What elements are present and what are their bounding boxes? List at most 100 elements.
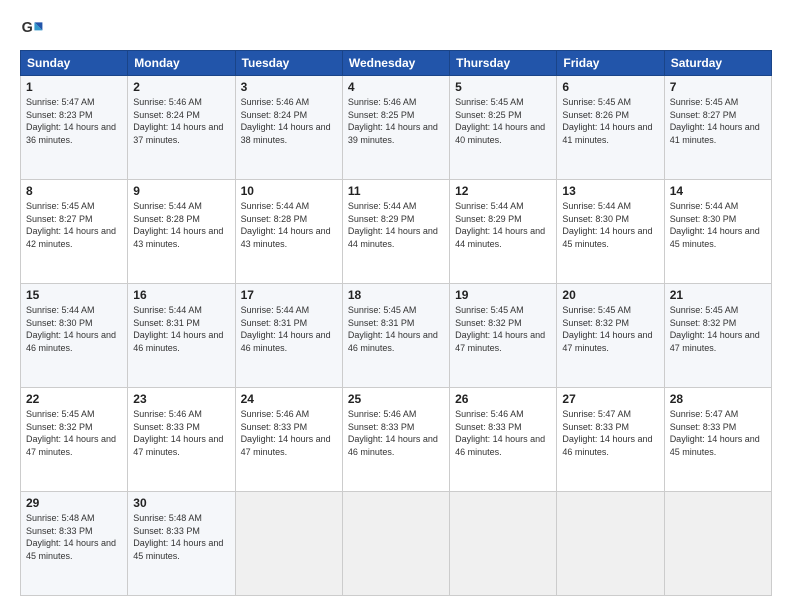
sunset-label: Sunset: 8:28 PM xyxy=(241,214,308,224)
day-info: Sunrise: 5:48 AM Sunset: 8:33 PM Dayligh… xyxy=(26,512,122,562)
table-row: 9 Sunrise: 5:44 AM Sunset: 8:28 PM Dayli… xyxy=(128,180,235,284)
sunset-label: Sunset: 8:25 PM xyxy=(348,110,415,120)
table-row: 21 Sunrise: 5:45 AM Sunset: 8:32 PM Dayl… xyxy=(664,284,771,388)
sunset-label: Sunset: 8:33 PM xyxy=(562,422,629,432)
day-info: Sunrise: 5:46 AM Sunset: 8:24 PM Dayligh… xyxy=(241,96,337,146)
day-info: Sunrise: 5:44 AM Sunset: 8:30 PM Dayligh… xyxy=(670,200,766,250)
sunrise-label: Sunrise: 5:48 AM xyxy=(26,513,95,523)
sunrise-label: Sunrise: 5:45 AM xyxy=(562,97,631,107)
table-row: 1 Sunrise: 5:47 AM Sunset: 8:23 PM Dayli… xyxy=(21,76,128,180)
sunrise-label: Sunrise: 5:47 AM xyxy=(670,409,739,419)
daylight-label: Daylight: 14 hours and 43 minutes. xyxy=(241,226,331,249)
daylight-label: Daylight: 14 hours and 47 minutes. xyxy=(562,330,652,353)
table-row: 16 Sunrise: 5:44 AM Sunset: 8:31 PM Dayl… xyxy=(128,284,235,388)
header-saturday: Saturday xyxy=(664,51,771,76)
day-info: Sunrise: 5:45 AM Sunset: 8:32 PM Dayligh… xyxy=(670,304,766,354)
calendar-row: 15 Sunrise: 5:44 AM Sunset: 8:30 PM Dayl… xyxy=(21,284,772,388)
day-number: 26 xyxy=(455,392,551,406)
table-row xyxy=(664,492,771,596)
sunrise-label: Sunrise: 5:46 AM xyxy=(241,409,310,419)
table-row xyxy=(450,492,557,596)
sunset-label: Sunset: 8:29 PM xyxy=(348,214,415,224)
sunset-label: Sunset: 8:25 PM xyxy=(455,110,522,120)
sunset-label: Sunset: 8:30 PM xyxy=(562,214,629,224)
table-row: 18 Sunrise: 5:45 AM Sunset: 8:31 PM Dayl… xyxy=(342,284,449,388)
day-number: 9 xyxy=(133,184,229,198)
day-info: Sunrise: 5:45 AM Sunset: 8:27 PM Dayligh… xyxy=(26,200,122,250)
sunrise-label: Sunrise: 5:45 AM xyxy=(455,97,524,107)
sunset-label: Sunset: 8:27 PM xyxy=(670,110,737,120)
daylight-label: Daylight: 14 hours and 43 minutes. xyxy=(133,226,223,249)
sunrise-label: Sunrise: 5:46 AM xyxy=(133,409,202,419)
sunset-label: Sunset: 8:33 PM xyxy=(133,422,200,432)
table-row: 3 Sunrise: 5:46 AM Sunset: 8:24 PM Dayli… xyxy=(235,76,342,180)
sunset-label: Sunset: 8:30 PM xyxy=(670,214,737,224)
day-info: Sunrise: 5:46 AM Sunset: 8:24 PM Dayligh… xyxy=(133,96,229,146)
day-number: 15 xyxy=(26,288,122,302)
day-number: 29 xyxy=(26,496,122,510)
sunset-label: Sunset: 8:31 PM xyxy=(133,318,200,328)
day-number: 13 xyxy=(562,184,658,198)
sunrise-label: Sunrise: 5:44 AM xyxy=(133,305,202,315)
sunrise-label: Sunrise: 5:46 AM xyxy=(348,409,417,419)
day-number: 28 xyxy=(670,392,766,406)
sunrise-label: Sunrise: 5:45 AM xyxy=(670,305,739,315)
daylight-label: Daylight: 14 hours and 47 minutes. xyxy=(455,330,545,353)
sunrise-label: Sunrise: 5:47 AM xyxy=(26,97,95,107)
day-info: Sunrise: 5:45 AM Sunset: 8:31 PM Dayligh… xyxy=(348,304,444,354)
table-row: 12 Sunrise: 5:44 AM Sunset: 8:29 PM Dayl… xyxy=(450,180,557,284)
day-info: Sunrise: 5:44 AM Sunset: 8:29 PM Dayligh… xyxy=(455,200,551,250)
day-number: 17 xyxy=(241,288,337,302)
day-info: Sunrise: 5:45 AM Sunset: 8:27 PM Dayligh… xyxy=(670,96,766,146)
day-info: Sunrise: 5:45 AM Sunset: 8:32 PM Dayligh… xyxy=(455,304,551,354)
table-row: 13 Sunrise: 5:44 AM Sunset: 8:30 PM Dayl… xyxy=(557,180,664,284)
sunrise-label: Sunrise: 5:44 AM xyxy=(455,201,524,211)
day-number: 25 xyxy=(348,392,444,406)
day-info: Sunrise: 5:47 AM Sunset: 8:33 PM Dayligh… xyxy=(670,408,766,458)
logo: G xyxy=(20,16,48,40)
daylight-label: Daylight: 14 hours and 47 minutes. xyxy=(133,434,223,457)
table-row xyxy=(557,492,664,596)
table-row: 14 Sunrise: 5:44 AM Sunset: 8:30 PM Dayl… xyxy=(664,180,771,284)
table-row: 25 Sunrise: 5:46 AM Sunset: 8:33 PM Dayl… xyxy=(342,388,449,492)
day-number: 8 xyxy=(26,184,122,198)
table-row: 2 Sunrise: 5:46 AM Sunset: 8:24 PM Dayli… xyxy=(128,76,235,180)
table-row: 19 Sunrise: 5:45 AM Sunset: 8:32 PM Dayl… xyxy=(450,284,557,388)
sunset-label: Sunset: 8:33 PM xyxy=(241,422,308,432)
header-tuesday: Tuesday xyxy=(235,51,342,76)
daylight-label: Daylight: 14 hours and 46 minutes. xyxy=(26,330,116,353)
day-number: 24 xyxy=(241,392,337,406)
sunrise-label: Sunrise: 5:44 AM xyxy=(348,201,417,211)
sunrise-label: Sunrise: 5:44 AM xyxy=(670,201,739,211)
table-row: 4 Sunrise: 5:46 AM Sunset: 8:25 PM Dayli… xyxy=(342,76,449,180)
day-number: 2 xyxy=(133,80,229,94)
day-info: Sunrise: 5:44 AM Sunset: 8:31 PM Dayligh… xyxy=(241,304,337,354)
table-row: 5 Sunrise: 5:45 AM Sunset: 8:25 PM Dayli… xyxy=(450,76,557,180)
daylight-label: Daylight: 14 hours and 45 minutes. xyxy=(562,226,652,249)
day-number: 6 xyxy=(562,80,658,94)
day-info: Sunrise: 5:48 AM Sunset: 8:33 PM Dayligh… xyxy=(133,512,229,562)
daylight-label: Daylight: 14 hours and 47 minutes. xyxy=(26,434,116,457)
daylight-label: Daylight: 14 hours and 44 minutes. xyxy=(455,226,545,249)
day-number: 23 xyxy=(133,392,229,406)
header-wednesday: Wednesday xyxy=(342,51,449,76)
calendar-body: 1 Sunrise: 5:47 AM Sunset: 8:23 PM Dayli… xyxy=(21,76,772,596)
daylight-label: Daylight: 14 hours and 39 minutes. xyxy=(348,122,438,145)
day-number: 3 xyxy=(241,80,337,94)
sunset-label: Sunset: 8:23 PM xyxy=(26,110,93,120)
sunset-label: Sunset: 8:33 PM xyxy=(133,526,200,536)
table-row: 6 Sunrise: 5:45 AM Sunset: 8:26 PM Dayli… xyxy=(557,76,664,180)
sunset-label: Sunset: 8:33 PM xyxy=(348,422,415,432)
day-info: Sunrise: 5:46 AM Sunset: 8:33 PM Dayligh… xyxy=(348,408,444,458)
day-number: 11 xyxy=(348,184,444,198)
sunset-label: Sunset: 8:31 PM xyxy=(241,318,308,328)
daylight-label: Daylight: 14 hours and 47 minutes. xyxy=(670,330,760,353)
day-info: Sunrise: 5:44 AM Sunset: 8:28 PM Dayligh… xyxy=(241,200,337,250)
day-info: Sunrise: 5:44 AM Sunset: 8:28 PM Dayligh… xyxy=(133,200,229,250)
sunset-label: Sunset: 8:33 PM xyxy=(26,526,93,536)
day-info: Sunrise: 5:44 AM Sunset: 8:30 PM Dayligh… xyxy=(26,304,122,354)
daylight-label: Daylight: 14 hours and 46 minutes. xyxy=(348,434,438,457)
day-number: 1 xyxy=(26,80,122,94)
sunset-label: Sunset: 8:31 PM xyxy=(348,318,415,328)
calendar-header: Sunday Monday Tuesday Wednesday Thursday… xyxy=(21,51,772,76)
